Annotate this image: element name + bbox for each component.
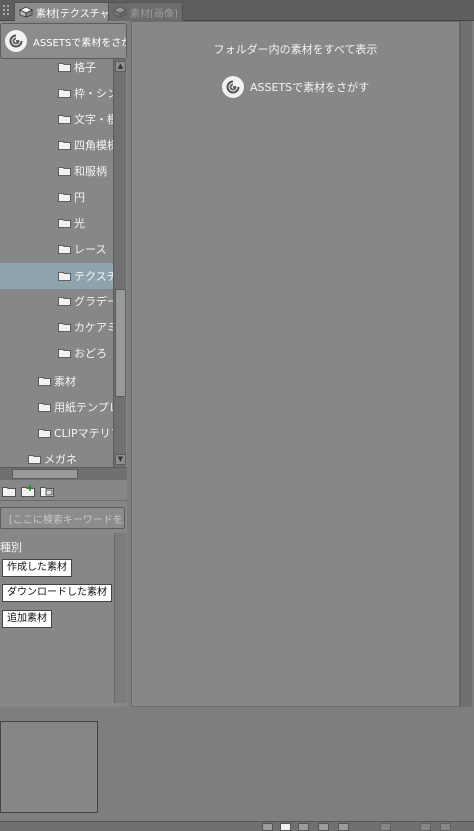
folder-icon [58, 349, 71, 358]
tree-item-gradation[interactable]: グラデーション [0, 288, 113, 314]
folder-icon [58, 193, 71, 202]
view-mode-bar [0, 821, 474, 831]
search-placeholder: [ここに検索キーワードを入力] [9, 514, 124, 526]
clip-logo-icon [222, 76, 244, 98]
folder-icon [58, 245, 71, 254]
assets-search-label: ASSETSで素材をさがす [33, 37, 126, 49]
tree-item-label: 格子 [74, 61, 96, 74]
tree-item-label: グラデーション [74, 295, 113, 308]
tree-item-label: 四角模様 [74, 139, 113, 152]
panel-grip-icon[interactable] [2, 4, 10, 16]
folder-icon [58, 63, 71, 72]
tree-item-light[interactable]: 光 [0, 210, 113, 236]
folder-delete-icon [40, 486, 54, 497]
folder-icon [58, 141, 71, 150]
material-list-scrollbar[interactable] [460, 21, 472, 707]
tree-item-circle[interactable]: 円 [0, 184, 113, 210]
preview-splitter[interactable] [0, 707, 474, 711]
folder-icon [58, 323, 71, 332]
folder-icon [58, 219, 71, 228]
tree-item-label: テクスチャ [74, 270, 113, 283]
tab-material-image[interactable]: 素材[画像] [108, 2, 183, 21]
tree-item-label: 光 [74, 217, 85, 230]
tab-label: 素材[テクスチャ] [36, 8, 114, 20]
tree-item-label: メガネ [44, 453, 77, 466]
view-small-icon[interactable] [262, 823, 273, 831]
material-box-icon [19, 6, 33, 18]
scroll-up-icon[interactable]: ▲ [115, 61, 126, 72]
folder-toolbar [0, 481, 127, 501]
material-property-icon[interactable] [420, 823, 431, 831]
tab-material-texture[interactable]: 素材[テクスチャ] [14, 2, 119, 21]
view-list-icon[interactable] [318, 823, 329, 831]
tree-item-label: 素材 [54, 375, 76, 388]
search-input[interactable]: [ここに検索キーワードを入力] [0, 507, 125, 529]
tree-item-lattice[interactable]: 格子 [0, 59, 113, 80]
tag-added-material[interactable]: 追加素材 [2, 610, 52, 628]
tag-created-material[interactable]: 作成した素材 [2, 559, 72, 577]
folder-icon [58, 167, 71, 176]
folder-icon [38, 403, 51, 412]
tree-item-label: 円 [74, 191, 85, 204]
view-thumbnail-icon[interactable] [280, 823, 291, 831]
material-box-icon [113, 6, 127, 18]
assets-search-button[interactable]: ASSETSで素材をさがす [0, 23, 127, 59]
tree-item-kimono-pattern[interactable]: 和服柄 [0, 158, 113, 184]
tag-list-scrollbar[interactable] [114, 533, 126, 703]
tree-item-frame-symbol[interactable]: 枠・シンボル [0, 80, 113, 106]
folder-icon [58, 297, 71, 306]
tree-item-glasses[interactable]: メガネ [0, 446, 113, 467]
tree-vertical-scrollbar[interactable]: ▲ ▼ [113, 59, 126, 467]
folder-settings-button[interactable] [40, 485, 54, 497]
assets-search-link[interactable]: ASSETSで素材をさがす [222, 76, 369, 98]
material-preview [0, 721, 98, 813]
tree-item-material[interactable]: 素材 [0, 368, 113, 394]
tree-horizontal-scrollbar[interactable] [0, 467, 127, 480]
tree-item-label: 文字・模様 [74, 113, 113, 126]
kind-heading: 種別 [0, 541, 22, 554]
folder-icon [38, 429, 51, 438]
tree-item-text-pattern[interactable]: 文字・模様 [0, 106, 113, 132]
tree-item-label: レース [74, 243, 107, 256]
new-folder-button[interactable] [2, 485, 16, 497]
tree-item-odoro[interactable]: おどろ [0, 340, 113, 366]
folder-icon [58, 89, 71, 98]
tree-item-square-pattern[interactable]: 四角模様 [0, 132, 113, 158]
folder-icon [58, 272, 71, 281]
tree-item-label: 用紙テンプレート [54, 401, 113, 414]
tree-scroll-thumb[interactable] [115, 289, 126, 397]
show-all-in-folder-link[interactable]: フォルダー内の素材をすべて表示 [131, 41, 460, 57]
tree-item-clip-material[interactable]: CLIPマテリアル [0, 420, 113, 446]
tag-downloaded-material[interactable]: ダウンロードした素材 [2, 584, 112, 602]
folder-icon [2, 486, 16, 497]
tree-item-label: 枠・シンボル [74, 87, 113, 100]
tree-item-label: 和服柄 [74, 165, 107, 178]
folder-tree: 格子 枠・シンボル 文字・模様 四角模様 和服柄 円 光 レース テクスチャ グ… [0, 59, 113, 467]
tree-item-lace[interactable]: レース [0, 236, 113, 262]
panel-tab-bar: 素材[テクスチャ] 素材[画像] [0, 0, 474, 21]
view-detail-icon[interactable] [338, 823, 349, 831]
tree-item-label: カケアミ [74, 321, 113, 334]
tree-item-texture[interactable]: テクスチャ [0, 263, 113, 289]
tree-item-kakeami[interactable]: カケアミ [0, 314, 113, 340]
tree-item-paper-template[interactable]: 用紙テンプレート [0, 394, 113, 420]
tree-hscroll-thumb[interactable] [12, 469, 78, 479]
add-folder-button[interactable] [21, 484, 35, 497]
material-list-area [131, 21, 460, 707]
delete-material-icon[interactable] [440, 823, 451, 831]
folder-icon [28, 455, 41, 464]
paste-to-canvas-icon[interactable] [380, 823, 391, 831]
tree-item-label: CLIPマテリアル [54, 427, 113, 440]
folder-icon [38, 377, 51, 386]
folder-icon [58, 115, 71, 124]
clip-logo-icon [5, 30, 27, 52]
tree-item-label: おどろ [74, 347, 107, 360]
assets-link-label: ASSETSで素材をさがす [250, 81, 370, 94]
tab-label: 素材[画像] [130, 8, 178, 20]
scroll-down-icon[interactable]: ▼ [115, 454, 126, 465]
folder-plus-icon [21, 484, 35, 497]
view-large-icon[interactable] [298, 823, 309, 831]
